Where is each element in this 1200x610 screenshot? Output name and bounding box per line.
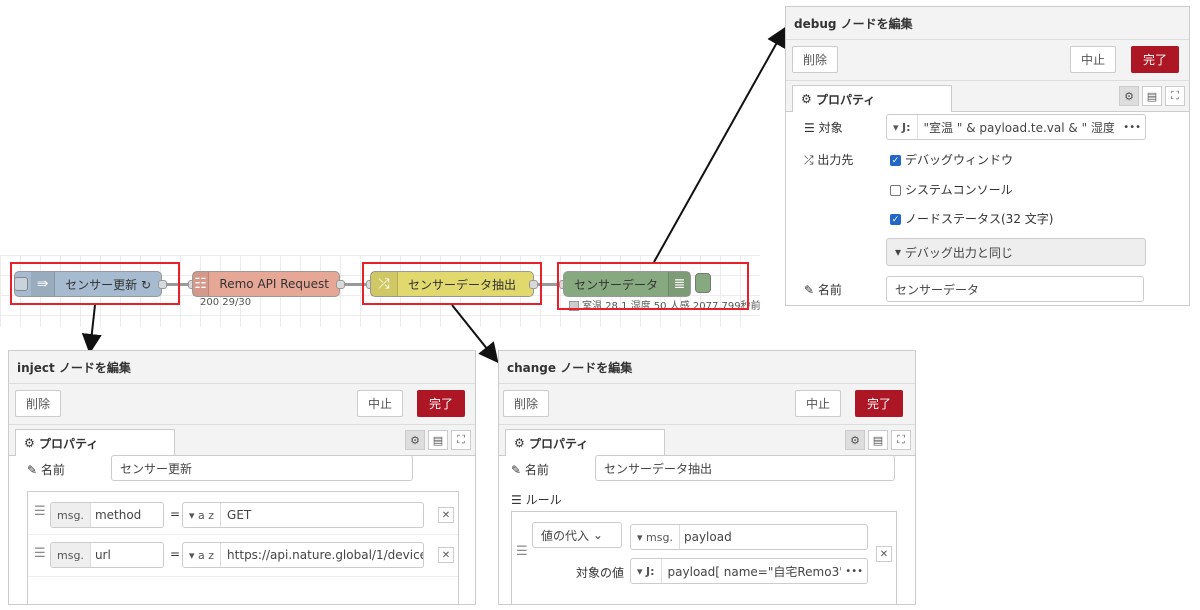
key-value: method <box>94 508 142 522</box>
done-button[interactable]: 完了 <box>417 390 465 417</box>
cancel-button[interactable]: 中止 <box>357 390 403 417</box>
list-item: ☰ msg. url = ▾ a z https://api.nature.gl… <box>28 534 458 577</box>
gear-icon: ⚙ <box>514 436 529 450</box>
rule-target-field[interactable]: ▾ msg. payload <box>630 524 868 550</box>
cancel-button[interactable]: 中止 <box>795 390 841 417</box>
tab-label: プロパティ <box>815 92 876 107</box>
name-label: ✎ 名前 <box>804 283 842 297</box>
settings-tab-icon[interactable]: ⚙ <box>845 430 865 450</box>
delete-button[interactable]: 削除 <box>503 390 549 417</box>
system-console-checkbox[interactable]: システムコンソール <box>890 181 1013 198</box>
drag-handle-icon[interactable]: ☰ <box>34 504 46 519</box>
tab-label: プロパティ <box>38 436 99 451</box>
http-request-node[interactable]: ☷ Remo API Request <box>192 271 340 297</box>
http-node-status: 200 29/30 <box>200 297 252 308</box>
name-input[interactable]: センサーデータ <box>886 276 1144 302</box>
tab-properties[interactable]: ⚙ プロパティ <box>505 429 665 456</box>
tab-properties[interactable]: ⚙ プロパティ <box>15 429 175 456</box>
done-button[interactable]: 完了 <box>855 390 903 417</box>
drag-handle-icon[interactable]: ☰ <box>34 546 46 561</box>
description-tab-icon[interactable]: ▤ <box>428 430 448 450</box>
done-button[interactable]: 完了 <box>1131 46 1179 73</box>
tab-label: プロパティ <box>528 436 589 451</box>
status-select[interactable]: ▾ デバッグ出力と同じ <box>886 238 1146 266</box>
debug-edit-panel: debug ノードを編集 削除 中止 完了 ⚙ プロパティ ⚙ ▤ ⛶ ☰ 対象… <box>785 6 1190 306</box>
value-field[interactable]: ▾ a z https://api.nature.global/1/device… <box>182 542 424 568</box>
key-field[interactable]: msg. url <box>50 542 164 568</box>
settings-tab-icon[interactable]: ⚙ <box>405 430 425 450</box>
name-label: ✎ 名前 <box>511 463 549 477</box>
rule-value-label: 対象の値 <box>576 566 625 580</box>
appearance-tab-icon[interactable]: ⛶ <box>1165 86 1185 106</box>
gear-icon: ⚙ <box>801 92 816 106</box>
highlight-change <box>362 262 542 305</box>
appearance-tab-icon[interactable]: ⛶ <box>891 430 911 450</box>
key-value: url <box>94 548 111 562</box>
output-port[interactable] <box>336 280 345 289</box>
highlight-debug <box>557 262 749 310</box>
debug-window-checkbox[interactable]: ✓ デバッグウィンドウ <box>890 151 1013 168</box>
arrow-to-debug-panel <box>653 26 786 263</box>
property-list: ☰ msg. method = ▾ a z GET ✕ ☰ msg. url =… <box>27 491 459 604</box>
remove-icon[interactable]: ✕ <box>438 547 454 563</box>
tab-properties[interactable]: ⚙ プロパティ <box>792 85 952 112</box>
http-icon: ☷ <box>193 272 210 296</box>
value-text: GET <box>227 508 252 522</box>
remove-icon[interactable]: ✕ <box>876 546 892 562</box>
more-icon[interactable]: ••• <box>841 566 867 577</box>
rule-target-value: payload <box>683 530 732 544</box>
value-field[interactable]: ▾ a z GET <box>182 502 424 528</box>
output-label: ⤮ 出力先 <box>804 153 854 167</box>
cancel-button[interactable]: 中止 <box>1070 46 1116 73</box>
rule-list: ☰ 値の代入 ⌄ ▾ msg. payload ✕ 対象の値 ▾ J: payl… <box>511 511 897 604</box>
list-item: ☰ msg. method = ▾ a z GET ✕ <box>28 492 458 535</box>
target-label: ☰ 対象 <box>804 121 843 135</box>
type-dropdown[interactable]: ▾ J: <box>887 115 918 139</box>
more-icon[interactable]: ••• <box>1119 122 1145 133</box>
key-field[interactable]: msg. method <box>50 502 164 528</box>
name-label: ✎ 名前 <box>27 463 65 477</box>
value-text: https://api.nature.global/1/devices <box>227 548 424 562</box>
settings-tab-icon[interactable]: ⚙ <box>1119 86 1139 106</box>
equals-sign: = <box>170 507 181 521</box>
panel-title: debug ノードを編集 <box>794 16 913 31</box>
type-dropdown[interactable]: ▾ J: <box>631 559 662 583</box>
description-tab-icon[interactable]: ▤ <box>1142 86 1162 106</box>
name-input[interactable]: センサーデータ抽出 <box>595 455 895 481</box>
change-edit-panel: change ノードを編集 削除 中止 完了 ⚙ プロパティ ⚙ ▤ ⛶ ✎ 名… <box>498 350 916 605</box>
target-value: "室温 " & payload.te.val & " 湿度 " & paylc <box>923 120 1120 135</box>
target-field[interactable]: ▾ J: "室温 " & payload.te.val & " 湿度 " & p… <box>886 114 1146 140</box>
msg-prefix: msg. <box>51 503 91 527</box>
appearance-tab-icon[interactable]: ⛶ <box>451 430 471 450</box>
node-status-checkbox[interactable]: ✓ ノードステータス(32 文字) <box>890 210 1053 227</box>
remove-icon[interactable]: ✕ <box>438 507 454 523</box>
msg-prefix: msg. <box>51 543 91 567</box>
type-dropdown[interactable]: ▾ a z <box>183 543 222 567</box>
description-tab-icon[interactable]: ▤ <box>868 430 888 450</box>
highlight-inject <box>10 262 180 305</box>
rule-action-select[interactable]: 値の代入 ⌄ <box>532 522 622 548</box>
name-input[interactable]: センサー更新 <box>111 455 413 481</box>
rules-label: ☰ ルール <box>511 493 562 507</box>
rule-value-text: payload[ name="自宅Remo3" <box>667 564 842 579</box>
delete-button[interactable]: 削除 <box>15 390 61 417</box>
type-dropdown[interactable]: ▾ msg. <box>631 525 680 549</box>
panel-title: change ノードを編集 <box>507 360 633 375</box>
equals-sign: = <box>170 547 181 561</box>
type-dropdown[interactable]: ▾ a z <box>183 503 222 527</box>
http-node-label: Remo API Request <box>219 277 329 291</box>
panel-title: inject ノードを編集 <box>17 360 131 375</box>
inject-edit-panel: inject ノードを編集 削除 中止 完了 ⚙ プロパティ ⚙ ▤ ⛶ ✎ 名… <box>8 350 476 605</box>
rule-value-field[interactable]: ▾ J: payload[ name="自宅Remo3" ••• <box>630 558 868 584</box>
drag-handle-icon[interactable]: ☰ <box>516 544 528 559</box>
gear-icon: ⚙ <box>24 436 39 450</box>
delete-button[interactable]: 削除 <box>792 46 838 73</box>
